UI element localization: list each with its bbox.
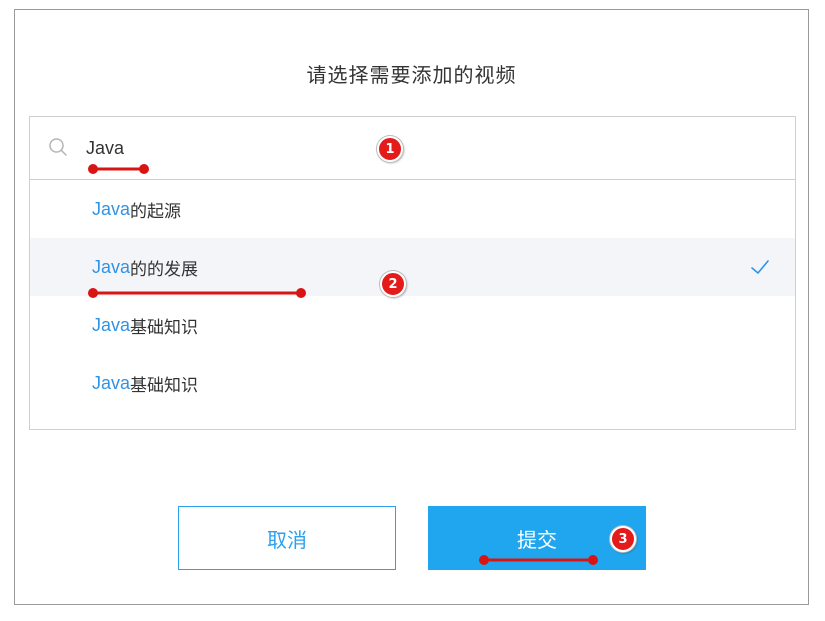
- result-title: 基础知识: [130, 375, 199, 396]
- annotation-marker-2: 2: [380, 271, 406, 297]
- result-title: 的起源: [130, 201, 182, 222]
- result-item-4[interactable]: Java 基础知识: [30, 354, 795, 412]
- result-keyword: Java: [92, 256, 131, 277]
- annotation-underline-3: [479, 555, 598, 565]
- result-keyword: Java: [92, 198, 131, 219]
- annotation-underline-1: [88, 164, 149, 174]
- cancel-button[interactable]: 取消: [178, 506, 396, 570]
- result-title: 基础知识: [130, 317, 199, 338]
- check-icon: [751, 260, 769, 274]
- video-picker-dialog: 请选择需要添加的视频 Java的起源 Java的的发展 Java基础知识: [14, 9, 809, 605]
- result-item-3[interactable]: Java 基础知识: [30, 296, 795, 354]
- search-icon: [49, 138, 67, 156]
- annotation-marker-3: 3: [610, 526, 636, 552]
- result-keyword: Java: [92, 314, 131, 335]
- dialog-title: 请选择需要添加的视频: [306, 63, 517, 87]
- annotation-underline-2: [88, 288, 306, 298]
- annotation-marker-1: 1: [377, 136, 403, 162]
- result-title: 的的发展: [130, 259, 199, 280]
- result-keyword: Java: [92, 372, 131, 393]
- result-item-1[interactable]: Java 的起源: [30, 180, 795, 238]
